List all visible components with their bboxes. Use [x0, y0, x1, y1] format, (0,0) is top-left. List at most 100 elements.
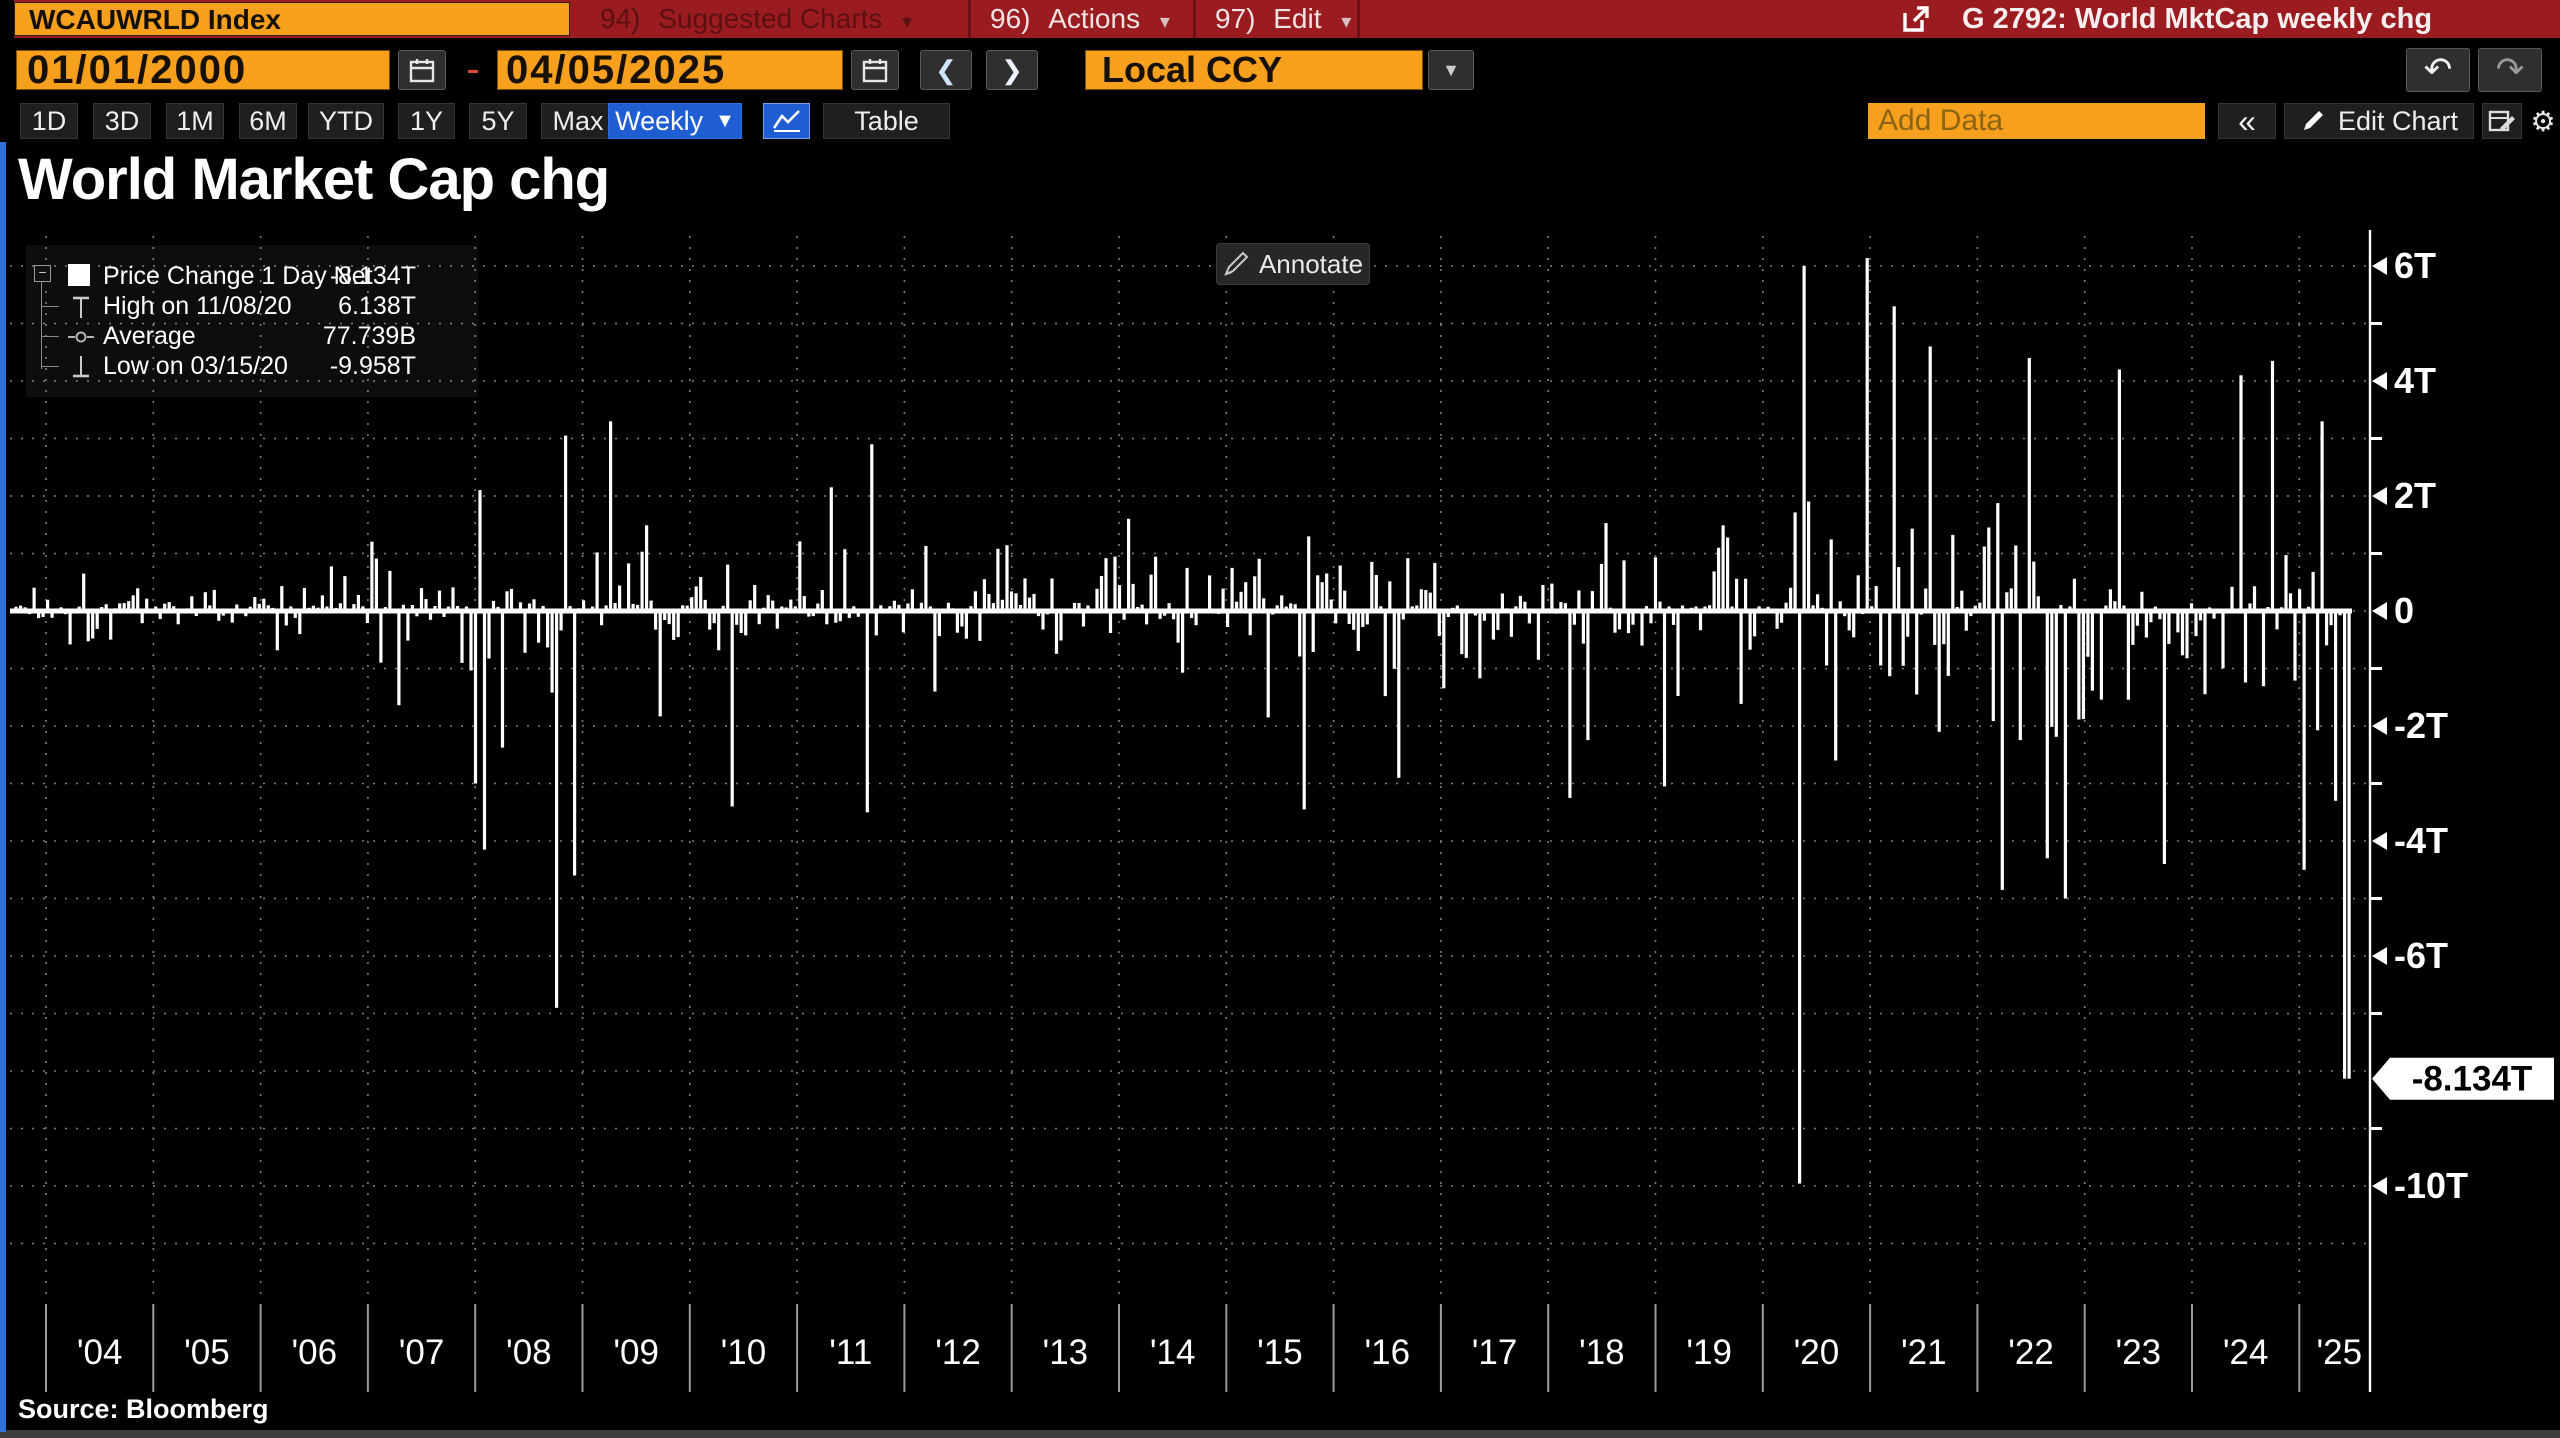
svg-text:2T: 2T: [2394, 475, 2436, 516]
svg-text:'15: '15: [1257, 1333, 1303, 1372]
menu-label: Edit: [1273, 3, 1321, 34]
periodicity-label: Weekly: [615, 106, 703, 137]
svg-text:'10: '10: [721, 1333, 767, 1372]
range-toolbar: 1D 3D 1M 6M YTD 1Y 5Y Max Weekly ▼ Table « Edit…: [0, 100, 2560, 142]
svg-text:'12: '12: [935, 1333, 981, 1372]
svg-text:'09: '09: [613, 1333, 659, 1372]
next-period-button[interactable]: ❯: [986, 50, 1038, 90]
chevron-down-icon: ▼: [715, 110, 735, 133]
pencil-icon: [2300, 108, 2326, 134]
chevron-down-icon: ▾: [1341, 11, 1351, 33]
title-bar: WCAUWRLD Index 94) Suggested Charts ▾ 96…: [0, 0, 2560, 38]
chart-doc-title: G 2792: World MktCap weekly chg: [1962, 0, 2432, 38]
calendar-icon[interactable]: [398, 50, 446, 90]
svg-text:-8.134T: -8.134T: [2412, 1060, 2533, 1099]
svg-text:'06: '06: [291, 1333, 337, 1372]
svg-text:'22: '22: [2008, 1333, 2054, 1372]
range-tab-1y[interactable]: 1Y: [398, 103, 455, 139]
range-tab-3d[interactable]: 3D: [93, 103, 151, 139]
range-tab-6m[interactable]: 6M: [239, 103, 297, 139]
legend-value: 77.739B: [323, 322, 416, 351]
menu-edit[interactable]: 97) Edit ▾: [1215, 0, 1351, 38]
menu-number: 97): [1215, 3, 1255, 34]
window-corner: [0, 0, 14, 38]
currency-dropdown-icon[interactable]: ▼: [1428, 50, 1474, 90]
pencil-icon: [1223, 251, 1249, 277]
range-tab-1m[interactable]: 1M: [166, 103, 224, 139]
menu-label: Actions: [1048, 3, 1140, 34]
line-chart-icon[interactable]: [763, 103, 810, 139]
svg-text:'14: '14: [1150, 1333, 1196, 1372]
chart-legend[interactable]: − Price Change 1 Day Net-8.134THigh on 1…: [26, 245, 478, 397]
end-date-input[interactable]: 04/05/2025: [497, 50, 843, 90]
svg-text:-2T: -2T: [2394, 705, 2448, 746]
annotate-label: Annotate: [1259, 249, 1363, 280]
add-data-input[interactable]: [1868, 103, 2205, 139]
legend-row[interactable]: Low on 03/15/20-9.958T: [26, 351, 478, 381]
svg-text:'13: '13: [1043, 1333, 1089, 1372]
chart-settings-icon[interactable]: [2482, 103, 2522, 139]
security-ticker-input[interactable]: WCAUWRLD Index: [14, 2, 570, 36]
svg-text:'25: '25: [2316, 1333, 2362, 1372]
periodicity-select[interactable]: Weekly ▼: [608, 103, 742, 139]
svg-text:'04: '04: [77, 1333, 123, 1372]
currency-select[interactable]: Local CCY: [1085, 50, 1423, 90]
redo-button[interactable]: ↷: [2478, 48, 2542, 92]
source-attribution: Source: Bloomberg: [18, 1394, 269, 1425]
svg-text:'21: '21: [1901, 1333, 1947, 1372]
table-button[interactable]: Table: [823, 103, 950, 139]
legend-value: -9.958T: [330, 352, 416, 381]
menu-suggested-charts: 94) Suggested Charts ▾: [600, 0, 912, 38]
window-bottom-edge: [0, 1430, 2560, 1438]
range-tab-1d[interactable]: 1D: [20, 103, 78, 139]
legend-tree-stub: [41, 306, 59, 307]
panel-edge-highlight: [0, 140, 6, 1432]
edit-chart-label: Edit Chart: [2338, 106, 2458, 137]
undo-button[interactable]: ↶: [2406, 48, 2470, 92]
menu-actions[interactable]: 96) Actions ▾: [990, 0, 1170, 38]
menu-number: 94): [600, 3, 640, 34]
chevron-down-icon: ▾: [902, 11, 912, 33]
average-marker-icon: [68, 324, 94, 348]
legend-label: Average: [103, 322, 196, 351]
legend-label: High on 11/08/20: [103, 292, 292, 321]
range-tab-5y[interactable]: 5Y: [469, 103, 527, 139]
svg-text:'23: '23: [2116, 1333, 2162, 1372]
low-marker-icon: [68, 354, 94, 378]
calendar-icon[interactable]: [851, 50, 899, 90]
pop-out-icon[interactable]: [1902, 5, 1930, 33]
date-toolbar: 01/01/2000 - 04/05/2025 ❮ ❯ Local CCY ▼ …: [0, 38, 2560, 100]
start-date-input[interactable]: 01/01/2000: [16, 50, 390, 90]
annotate-button[interactable]: Annotate: [1216, 243, 1370, 285]
gear-icon[interactable]: ⚙: [2528, 103, 2558, 139]
svg-text:4T: 4T: [2394, 360, 2436, 401]
menu-divider: [968, 0, 971, 38]
svg-text:-10T: -10T: [2394, 1165, 2468, 1206]
date-range-separator: -: [458, 50, 488, 90]
legend-row[interactable]: Average 77.739B: [26, 321, 478, 351]
svg-text:-4T: -4T: [2394, 820, 2448, 861]
menu-divider: [1193, 0, 1196, 38]
chart-canvas[interactable]: 6T4T2T0-2T-4T-6T-10T-8.134T'04'05'06'07'…: [0, 0, 2560, 1438]
range-tab-ytd[interactable]: YTD: [308, 103, 384, 139]
range-tab-max[interactable]: Max: [541, 103, 615, 139]
legend-row[interactable]: High on 11/08/20 6.138T: [26, 291, 478, 321]
chevron-down-icon: ▾: [1160, 11, 1170, 33]
svg-text:-6T: -6T: [2394, 935, 2448, 976]
bloomberg-chart-window: 6T4T2T0-2T-4T-6T-10T-8.134T'04'05'06'07'…: [0, 0, 2560, 1438]
svg-text:'08: '08: [506, 1333, 552, 1372]
menu-divider: [1357, 0, 1360, 38]
collapse-panel-button[interactable]: «: [2218, 103, 2276, 139]
menu-number: 96): [990, 3, 1030, 34]
previous-period-button[interactable]: ❮: [920, 50, 972, 90]
swatch-icon: [68, 264, 94, 288]
edit-chart-button[interactable]: Edit Chart: [2284, 103, 2474, 139]
legend-value: 6.138T: [338, 292, 416, 321]
svg-text:'19: '19: [1686, 1333, 1732, 1372]
legend-tree-stub: [41, 336, 59, 337]
svg-text:'20: '20: [1794, 1333, 1840, 1372]
svg-text:'24: '24: [2223, 1333, 2269, 1372]
legend-row[interactable]: Price Change 1 Day Net-8.134T: [26, 261, 478, 291]
legend-tree-stub: [41, 366, 59, 367]
svg-text:'16: '16: [1364, 1333, 1410, 1372]
